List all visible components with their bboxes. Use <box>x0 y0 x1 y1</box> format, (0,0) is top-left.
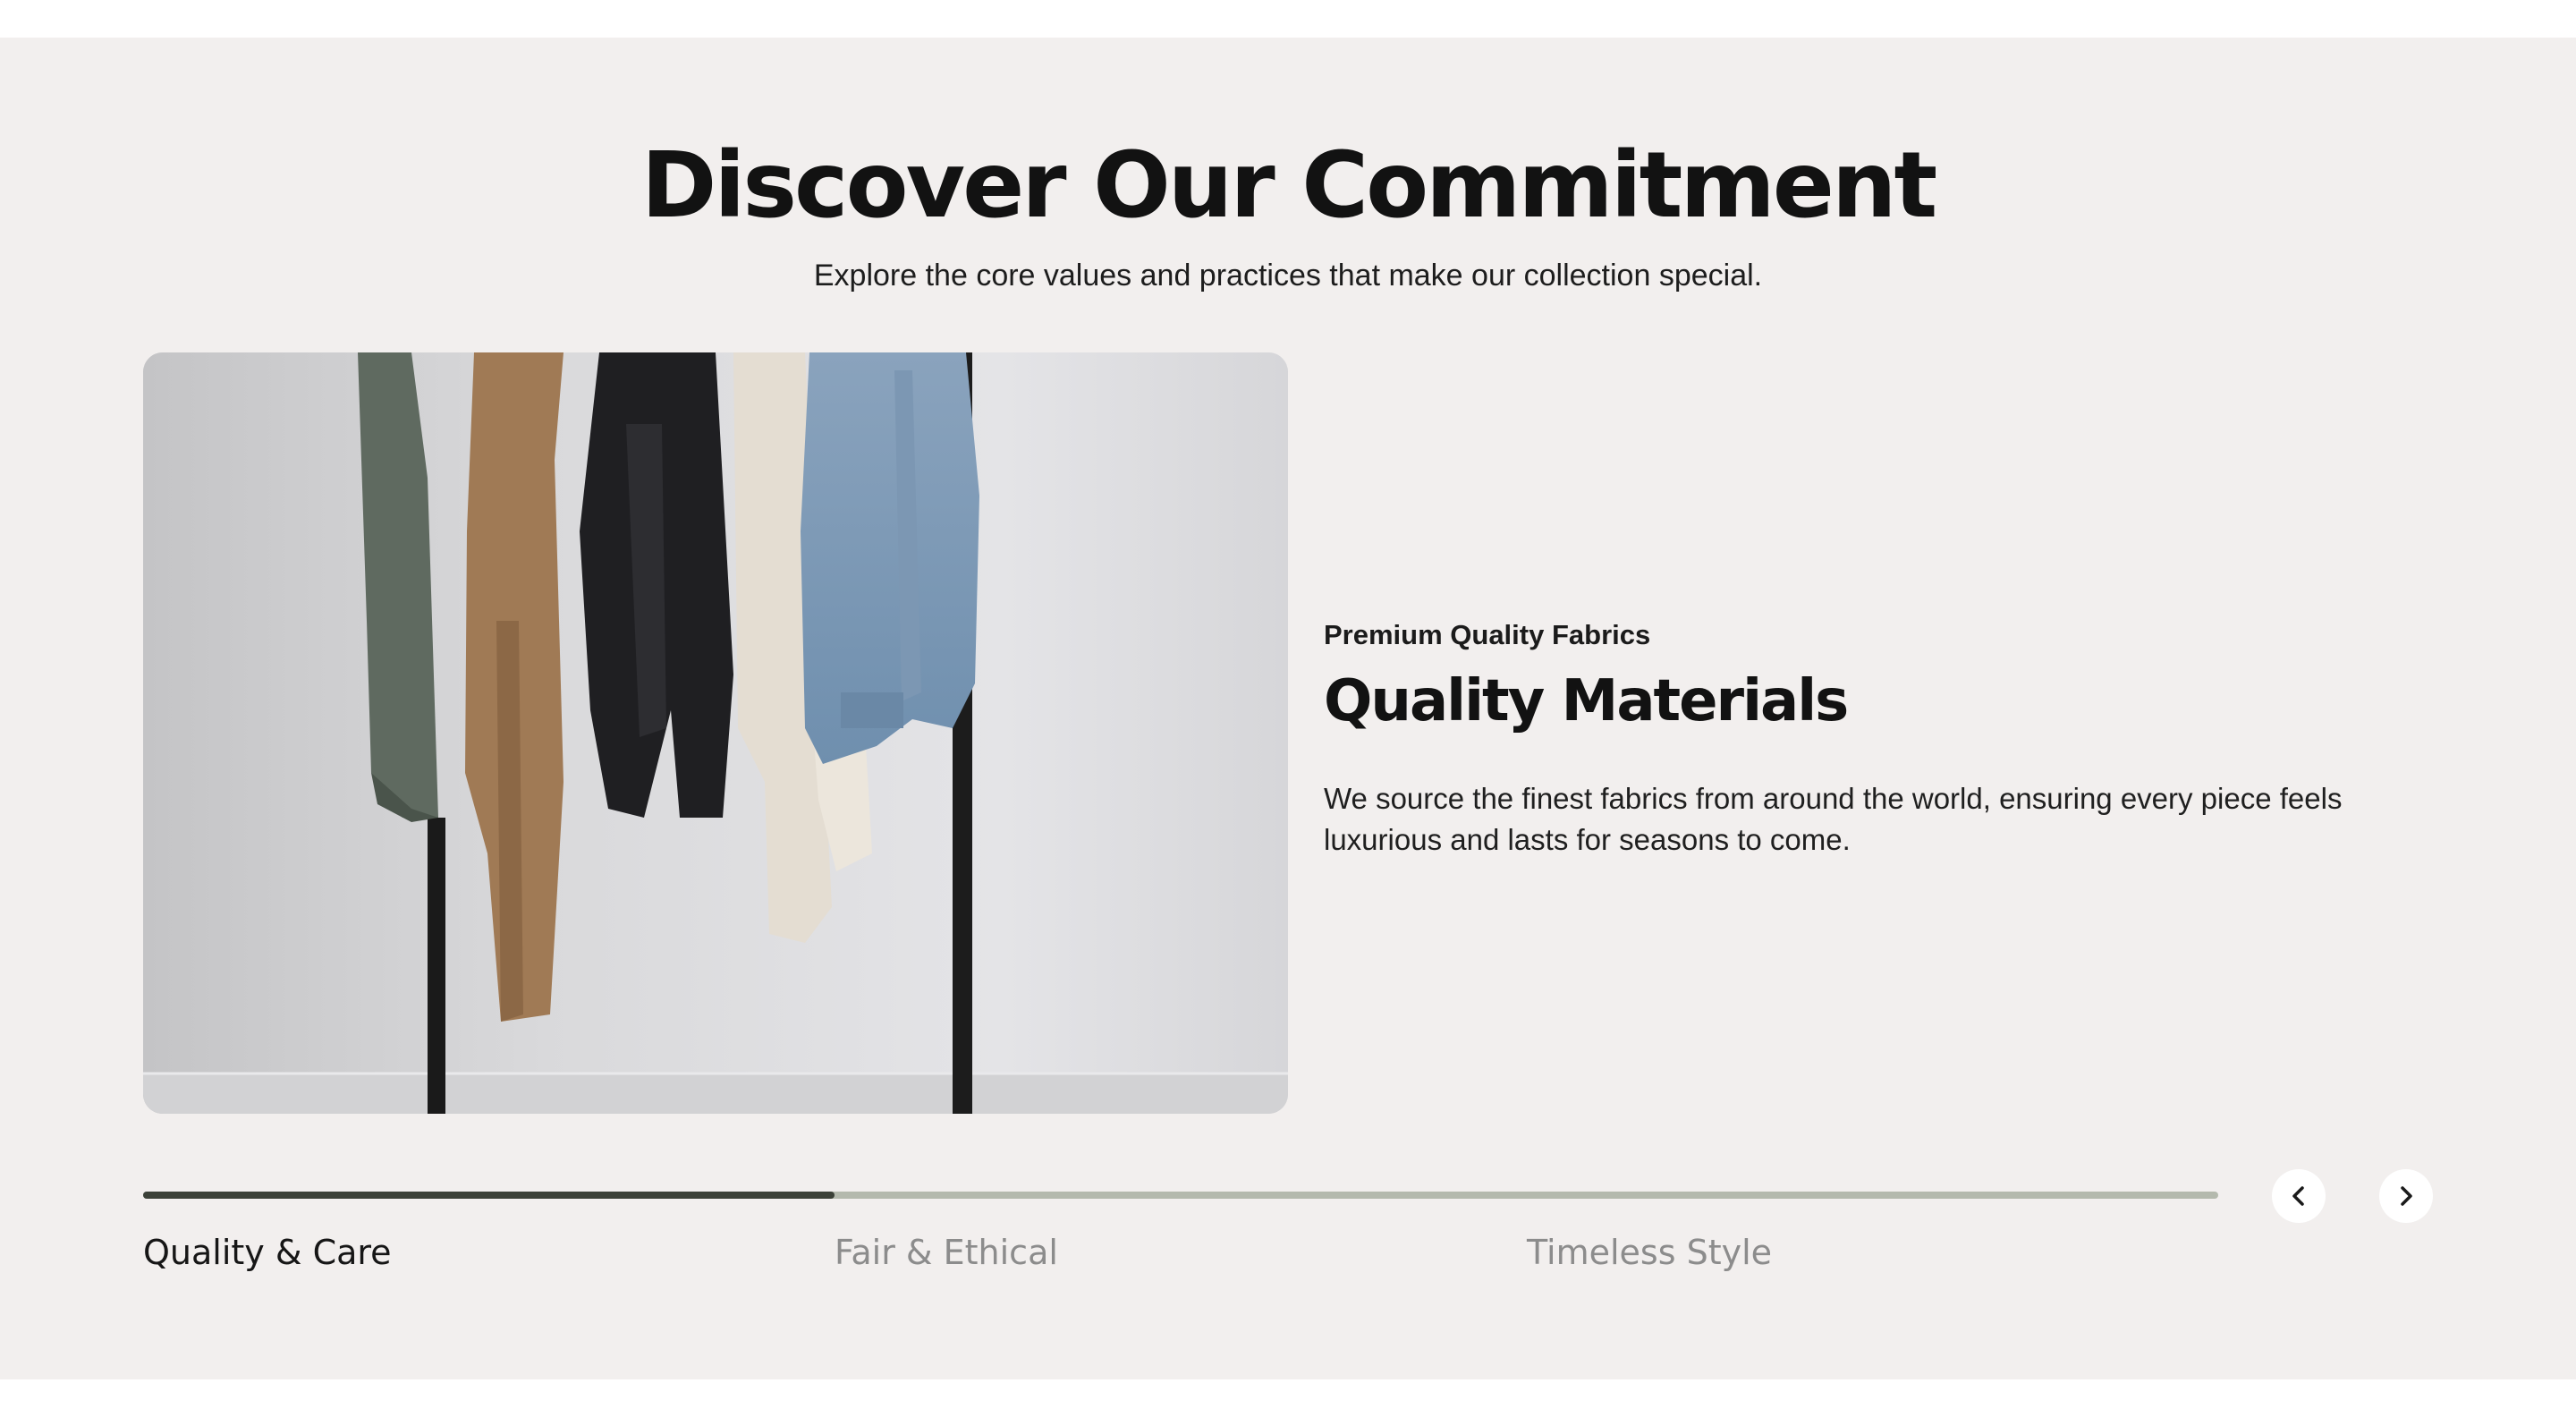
clothing-rack-illustration <box>143 352 1288 1114</box>
next-slide-button[interactable] <box>2379 1169 2433 1223</box>
slide-image <box>143 352 1288 1114</box>
slide-eyebrow: Premium Quality Fabrics <box>1324 619 1651 650</box>
slide-progress-track <box>143 1192 2218 1199</box>
tab-fair-ethical[interactable]: Fair & Ethical <box>835 1231 1058 1274</box>
tab-timeless-style[interactable]: Timeless Style <box>1527 1231 1772 1274</box>
chevron-right-icon <box>2401 1186 2412 1206</box>
chevron-left-icon <box>2292 1186 2304 1206</box>
slide-description: We source the finest fabrics from around… <box>1324 782 2343 856</box>
slide-content: Premium Quality Fabrics Quality Material… <box>1324 617 2451 861</box>
slide-title: Quality Materials <box>1324 668 1849 734</box>
slide-progress-fill <box>143 1192 835 1199</box>
tab-quality-care[interactable]: Quality & Care <box>143 1231 392 1274</box>
section-title: Discover Our Commitment <box>640 132 1938 239</box>
prev-slide-button[interactable] <box>2272 1169 2326 1223</box>
section-subtitle: Explore the core values and practices th… <box>813 259 1763 293</box>
